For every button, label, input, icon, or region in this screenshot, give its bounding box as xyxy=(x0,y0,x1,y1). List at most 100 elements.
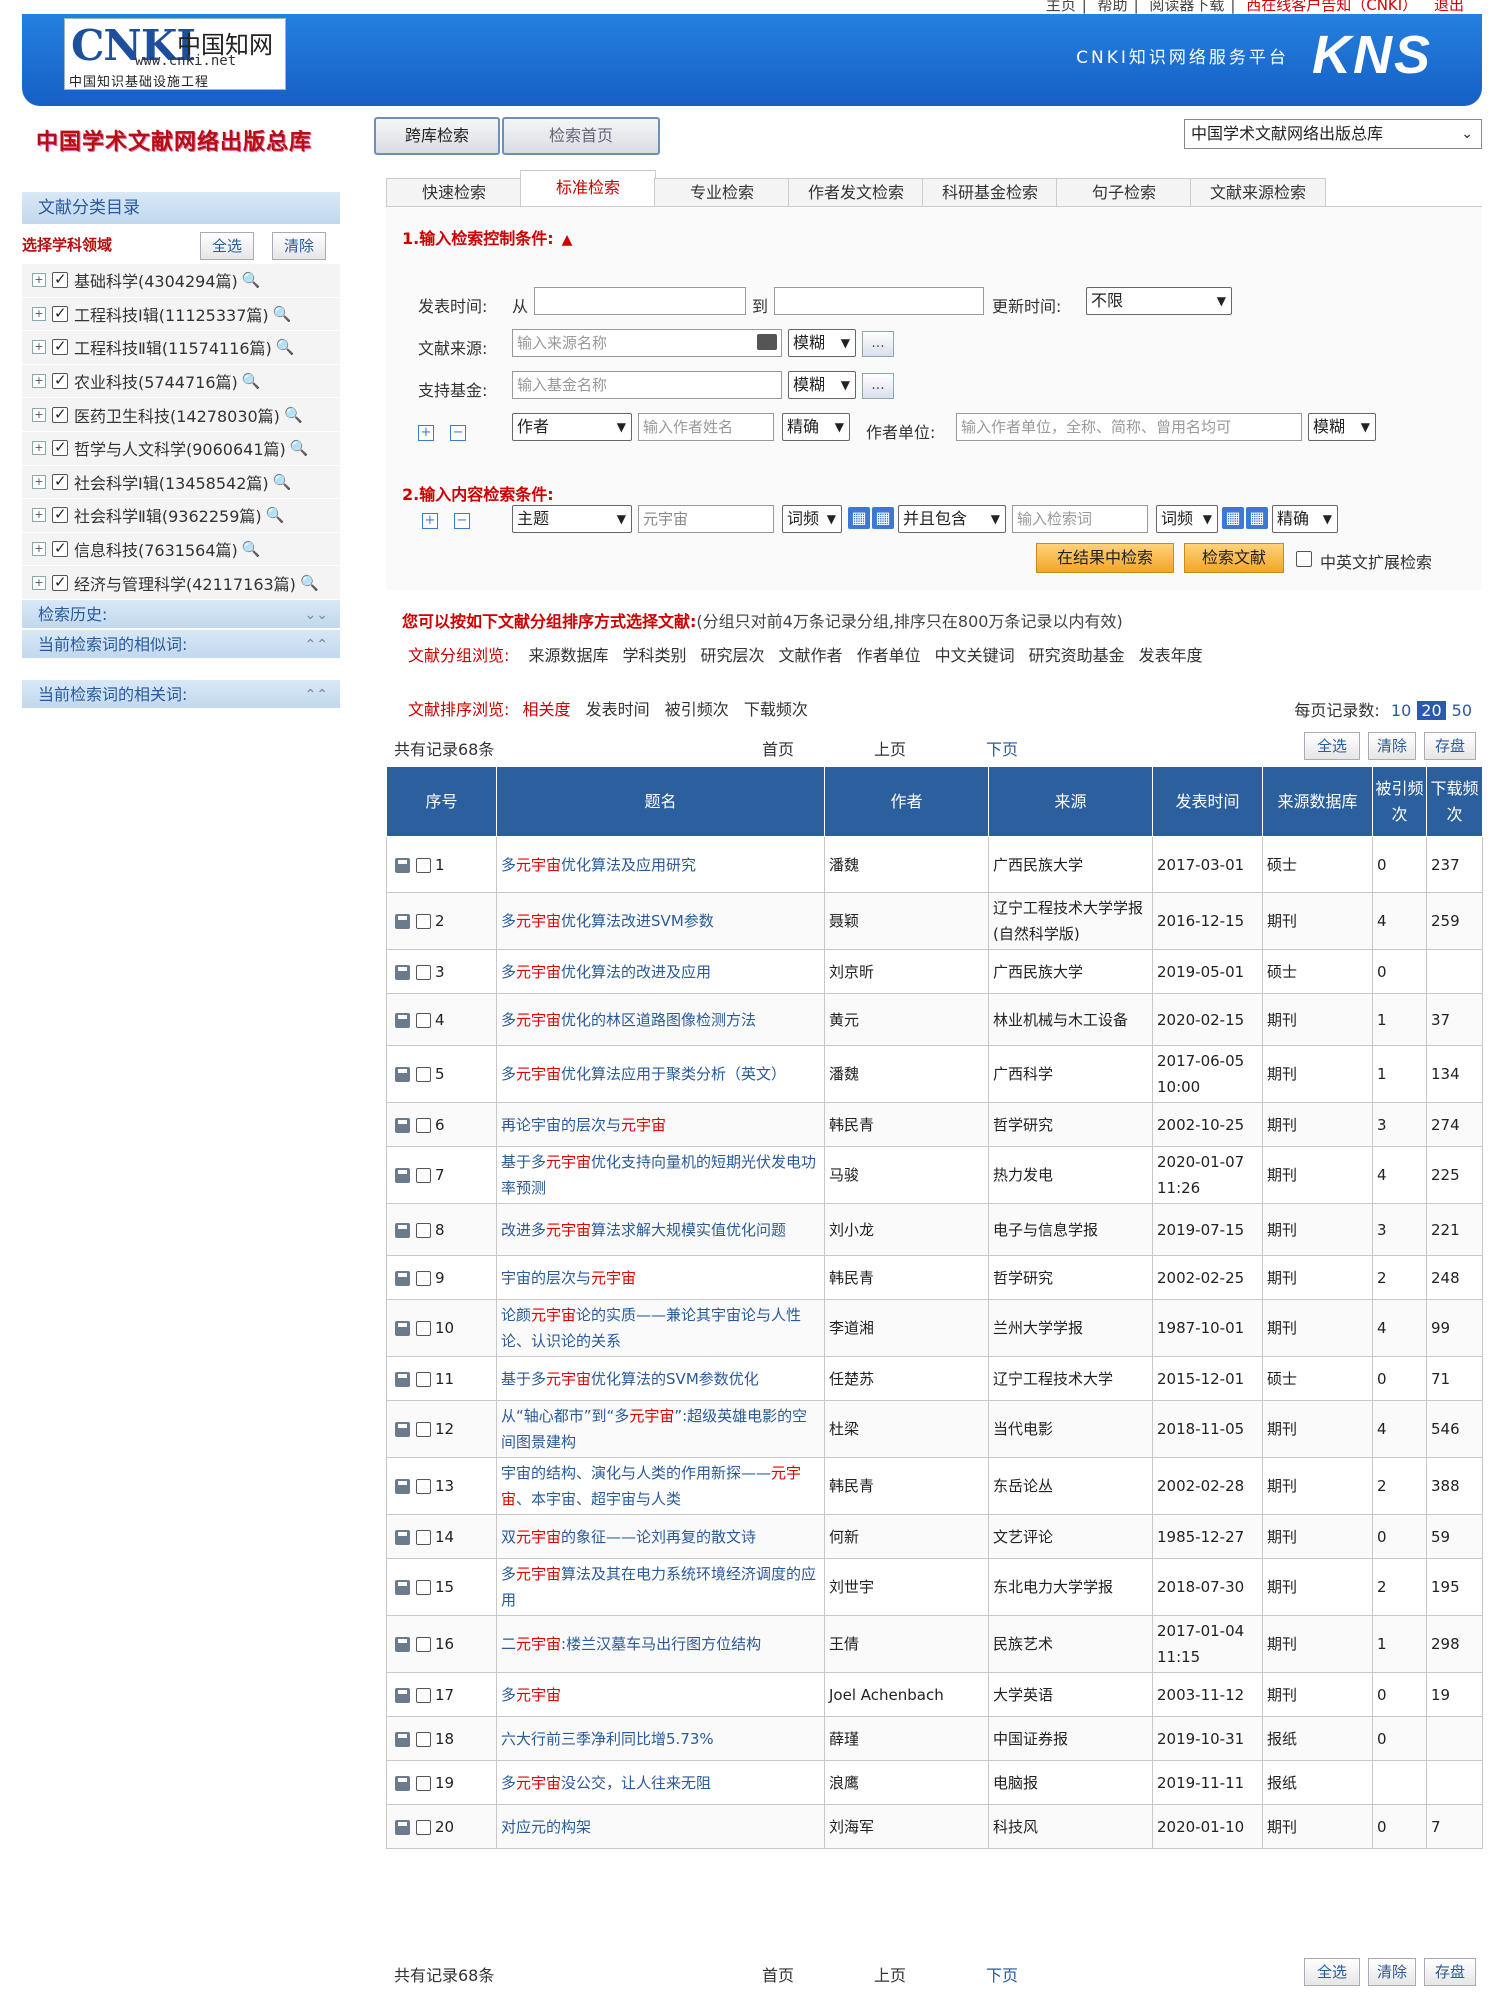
source-cell[interactable]: 辽宁工程技术大学 xyxy=(988,1356,1153,1401)
download-icon[interactable] xyxy=(395,964,410,980)
magnifier-icon[interactable]: 🔍 xyxy=(242,271,261,289)
expand-plus-icon[interactable]: + xyxy=(32,374,46,389)
author-cell[interactable]: 潘魏 xyxy=(824,1045,989,1103)
cited-cell[interactable]: 0 xyxy=(1372,949,1427,994)
select-all-categories-button[interactable]: 全选 xyxy=(200,232,254,260)
author-cell[interactable]: 杜梁 xyxy=(824,1400,989,1458)
category-label[interactable]: 经济与管理科学(42117163篇) xyxy=(74,571,296,595)
table-row[interactable]: 3 多元宇宙优化算法的改进及应用 刘京昕 广西民族大学 2019-05-01 硕士 0 xyxy=(386,949,1483,994)
category-label[interactable]: 哲学与人文科学(9060641篇) xyxy=(74,436,286,460)
expand-plus-icon[interactable]: + xyxy=(32,474,46,489)
source-cell[interactable]: 热力发电 xyxy=(988,1146,1153,1204)
group-link[interactable]: 文献作者 xyxy=(779,646,843,665)
table-row[interactable]: 18 六大行前三季净利同比增5.73% 薛瑾 中国证券报 2019-10-31 报纸 0 xyxy=(386,1716,1483,1761)
tab-fund-search[interactable]: 科研基金检索 xyxy=(922,178,1058,208)
grid-icon[interactable]: ▦ xyxy=(1246,507,1268,529)
source-cell[interactable]: 科技风 xyxy=(988,1804,1153,1849)
author-cell[interactable]: 刘京昕 xyxy=(824,949,989,994)
row-checkbox[interactable] xyxy=(416,1637,431,1652)
author-cell[interactable]: 刘海军 xyxy=(824,1804,989,1849)
next-page-link[interactable]: 下页 xyxy=(986,736,1018,760)
clear-results-button[interactable]: 清除 xyxy=(1368,732,1416,760)
table-row[interactable]: 20 对应元的构架 刘海军 科技风 2020-01-10 期刊 0 7 xyxy=(386,1804,1483,1849)
source-cell[interactable]: 中国证券报 xyxy=(988,1716,1153,1761)
category-label[interactable]: 农业科技(5744716篇) xyxy=(74,369,238,393)
fund-more-button[interactable]: ... xyxy=(862,373,894,399)
cross-db-search-button[interactable]: 跨库检索 xyxy=(374,117,500,155)
download-icon[interactable] xyxy=(395,1270,410,1286)
result-title-link[interactable]: 多元宇宙 xyxy=(501,1686,561,1704)
category-checkbox[interactable] xyxy=(52,573,68,591)
cited-cell[interactable]: 1 xyxy=(1372,1045,1427,1103)
term2-match-select[interactable]: 精确 ▼ xyxy=(1272,505,1338,533)
source-cell[interactable]: 电子与信息学报 xyxy=(988,1203,1153,1256)
tab-author-search[interactable]: 作者发文检索 xyxy=(788,178,924,208)
download-icon[interactable] xyxy=(395,1067,410,1082)
row-checkbox[interactable] xyxy=(416,1371,431,1387)
collapse-triangle-icon[interactable]: ▲ xyxy=(562,232,573,248)
category-item[interactable]: + 工程科技Ⅱ辑(11574116篇)🔍 xyxy=(22,331,340,365)
downloads-cell[interactable]: 221 xyxy=(1426,1203,1483,1256)
link-help[interactable]: 帮助 xyxy=(1098,0,1128,14)
table-row[interactable]: 6 再论宇宙的层次与元宇宙 韩民青 哲学研究 2002-10-25 期刊 3 274 xyxy=(386,1102,1483,1147)
result-title-link[interactable]: 六大行前三季净利同比增5.73% xyxy=(501,1730,714,1748)
category-checkbox[interactable] xyxy=(52,539,68,558)
downloads-cell[interactable]: 388 xyxy=(1426,1457,1483,1515)
result-title-link[interactable]: 多元宇宙优化算法应用于聚类分析（英文） xyxy=(501,1065,786,1083)
database-select[interactable]: 中国学术文献网络出版总库 ⌄ xyxy=(1184,119,1482,149)
content-field-select[interactable]: 主题 ▼ xyxy=(512,505,632,533)
link-notice[interactable]: 西在线客户告知（CNKI） xyxy=(1246,0,1417,14)
category-checkbox[interactable] xyxy=(52,270,68,289)
category-checkbox[interactable] xyxy=(52,337,68,356)
row-checkbox[interactable] xyxy=(416,1819,431,1835)
magnifier-icon[interactable]: 🔍 xyxy=(290,439,309,457)
row-checkbox[interactable] xyxy=(416,914,431,929)
table-row[interactable]: 8 改进多元宇宙算法求解大规模实值优化问题 刘小龙 电子与信息学报 2019-07-15… xyxy=(386,1203,1483,1256)
download-icon[interactable] xyxy=(395,1529,410,1545)
row-checkbox[interactable] xyxy=(416,1222,431,1238)
row-checkbox[interactable] xyxy=(416,1687,431,1703)
row-checkbox[interactable] xyxy=(416,1580,431,1595)
sort-pub-time[interactable]: 发表时间 xyxy=(586,700,650,719)
download-icon[interactable] xyxy=(395,1222,410,1238)
cited-cell[interactable]: 3 xyxy=(1372,1203,1427,1256)
download-icon[interactable] xyxy=(395,1321,410,1336)
chevron-up-icon[interactable]: ⌃⌃ xyxy=(305,680,328,710)
download-icon[interactable] xyxy=(395,1371,410,1387)
author-match-select[interactable]: 精确 ▼ xyxy=(782,413,850,441)
row-checkbox[interactable] xyxy=(416,1529,431,1545)
category-checkbox[interactable] xyxy=(52,405,68,423)
cnki-logo[interactable]: CNKI 中国知网 www.cnki.net 中国知识基础设施工程 xyxy=(64,18,286,90)
expand-plus-icon[interactable]: + xyxy=(32,407,46,422)
magnifier-icon[interactable]: 🔍 xyxy=(273,305,292,323)
tab-sentence-search[interactable]: 句子检索 xyxy=(1056,178,1192,208)
term2-frequency-select[interactable]: 词频 ▼ xyxy=(1156,505,1218,533)
magnifier-icon[interactable]: 🔍 xyxy=(276,338,295,356)
cited-cell[interactable]: 3 xyxy=(1372,1102,1427,1147)
author-cell[interactable]: Joel Achenbach xyxy=(824,1672,989,1717)
category-item[interactable]: + 农业科技(5744716篇)🔍 xyxy=(22,364,340,399)
row-checkbox[interactable] xyxy=(416,1270,431,1286)
remove-row-icon[interactable]: − xyxy=(454,513,470,529)
extension-checkbox[interactable] xyxy=(1296,551,1312,567)
downloads-cell[interactable]: 134 xyxy=(1426,1045,1483,1103)
download-icon[interactable] xyxy=(395,1168,410,1183)
result-title-link[interactable]: 多元宇宙优化算法及应用研究 xyxy=(501,856,696,874)
download-icon[interactable] xyxy=(395,1731,410,1747)
pub-time-to-input[interactable] xyxy=(774,287,984,315)
category-checkbox[interactable] xyxy=(52,304,68,322)
download-icon[interactable] xyxy=(395,1479,410,1494)
download-icon[interactable] xyxy=(395,1117,410,1133)
category-item[interactable]: + 哲学与人文科学(9060641篇)🔍 xyxy=(22,431,340,466)
expand-plus-icon[interactable]: + xyxy=(32,542,46,557)
cited-cell[interactable]: 0 xyxy=(1372,1672,1427,1717)
source-cell[interactable]: 哲学研究 xyxy=(988,1102,1153,1147)
result-title-link[interactable]: 对应元的构架 xyxy=(501,1818,591,1836)
category-item[interactable]: + 社会科学Ⅰ辑(13458542篇)🔍 xyxy=(22,465,340,500)
source-cell[interactable]: 广西民族大学 xyxy=(988,836,1153,893)
category-label[interactable]: 基础科学(4304294篇) xyxy=(74,268,238,292)
save-results-button[interactable]: 存盘 xyxy=(1424,732,1476,760)
select-all-results-button[interactable]: 全选 xyxy=(1304,1958,1360,1986)
save-results-button[interactable]: 存盘 xyxy=(1424,1958,1476,1986)
chevron-up-icon[interactable]: ⌃⌃ xyxy=(305,630,328,660)
